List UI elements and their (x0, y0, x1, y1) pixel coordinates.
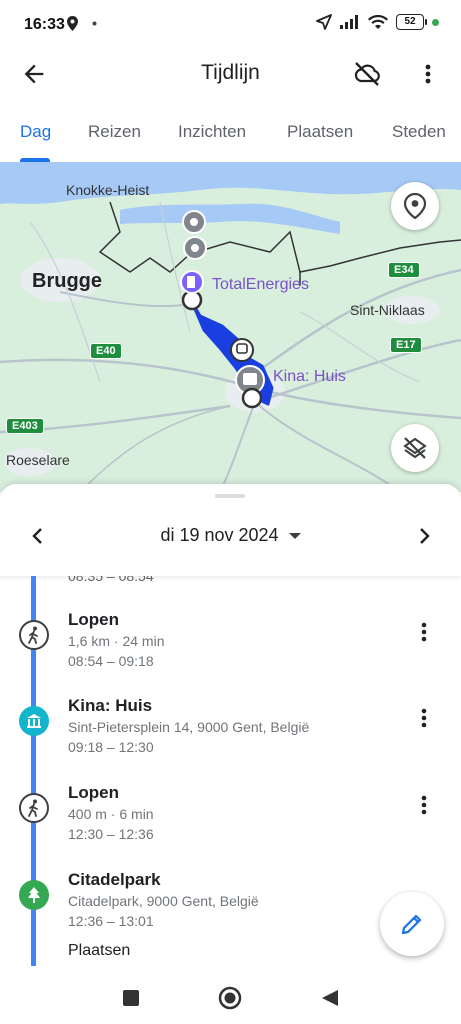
home-button[interactable] (218, 986, 242, 1010)
date-label: di 19 nov 2024 (160, 525, 279, 545)
timeline-item-address: Sint-Pietersplein 14, 9000 Gent, België (68, 719, 310, 735)
cloud-off-icon (354, 62, 380, 86)
map-label-knokke: Knokke-Heist (66, 182, 150, 198)
tab-dag[interactable]: Dag (20, 122, 51, 142)
page-title: Tijdlijn (201, 61, 260, 84)
timeline-item-time: 08:54 – 09:18 (68, 653, 154, 669)
tab-inzichten[interactable]: Inzichten (178, 122, 246, 142)
sheet-drag-handle[interactable] (215, 494, 245, 498)
road-shield-e403: E403 (6, 418, 44, 434)
status-time: 16:33 (24, 16, 65, 33)
navigation-icon (316, 14, 332, 30)
timeline-item-walk[interactable]: Lopen 400 m · 6 min 12:30 – 12:36 (0, 783, 461, 847)
my-location-button[interactable] (391, 182, 439, 230)
more-options-button[interactable] (418, 60, 438, 88)
privacy-dot-icon (432, 18, 439, 26)
layers-off-icon (403, 437, 427, 459)
timeline-item-place[interactable]: Kina: Huis Sint-Pietersplein 14, 9000 Ge… (0, 696, 461, 760)
app-bar: Tijdlijn (0, 52, 461, 96)
triangle-back-icon (322, 990, 338, 1006)
timeline-item-title: Lopen (68, 783, 119, 802)
item-more-button[interactable] (414, 620, 434, 644)
next-day-button[interactable] (412, 524, 436, 548)
timeline-item-walk[interactable]: Lopen 1,6 km · 24 min 08:54 – 09:18 (0, 610, 461, 674)
dot-icon (92, 21, 97, 26)
circle-icon (218, 986, 242, 1010)
more-vert-icon (421, 708, 427, 728)
backup-off-button[interactable] (352, 60, 382, 88)
pencil-icon (401, 914, 422, 935)
tab-reizen[interactable]: Reizen (88, 122, 141, 142)
square-icon (123, 990, 139, 1006)
dropdown-caret-icon (288, 533, 301, 540)
item-more-button[interactable] (414, 793, 434, 817)
walking-icon (19, 620, 49, 650)
tab-bar: Dag Reizen Inzichten Plaatsen Steden (0, 108, 461, 162)
location-icon (67, 16, 78, 31)
timeline-sheet: di 19 nov 2024 08:35 – 08:54 Lopen 1,6 k… (0, 484, 461, 1024)
timeline-screen: 16:33 52 Tijdlijn Dag Reizen Inzichten P… (0, 0, 461, 1024)
timeline-item-title: Citadelpark (68, 870, 161, 889)
museum-icon (19, 706, 49, 736)
edit-button[interactable] (380, 892, 444, 956)
status-bar: 16:33 52 (0, 0, 461, 52)
timeline-item-time: 12:36 – 13:01 (68, 913, 154, 929)
more-vert-icon (425, 64, 431, 84)
timeline-item-subtitle: 400 m · 6 min (68, 806, 154, 822)
map-view[interactable]: Knokke-Heist Brugge TotalEnergies Sint-N… (0, 162, 461, 492)
places-section-label: Plaatsen (68, 942, 131, 959)
more-vert-icon (421, 795, 427, 815)
date-picker[interactable]: di 19 nov 2024 (0, 525, 461, 546)
timeline-item-time: 12:30 – 12:36 (68, 826, 154, 842)
date-navigator: di 19 nov 2024 (0, 520, 461, 554)
map-label-brugge: Brugge (32, 270, 102, 292)
map-label-totalenergies[interactable]: TotalEnergies (212, 276, 309, 294)
park-tree-icon (19, 880, 49, 910)
status-left-icons (67, 16, 97, 31)
walking-icon (19, 793, 49, 823)
road-shield-e40: E40 (90, 343, 122, 359)
timeline-item-title: Lopen (68, 610, 119, 629)
back-nav-button[interactable] (318, 986, 342, 1010)
road-shield-e17: E17 (390, 337, 422, 353)
layers-toggle-button[interactable] (391, 424, 439, 472)
map-label-kina[interactable]: Kina: Huis (273, 368, 346, 386)
item-more-button[interactable] (414, 706, 434, 730)
status-right-icons: 52 (316, 14, 439, 30)
system-nav-bar (0, 970, 461, 1024)
location-pin-icon (404, 193, 426, 219)
wifi-icon (368, 14, 388, 29)
tab-plaatsen[interactable]: Plaatsen (287, 122, 353, 142)
signal-icon (340, 15, 358, 29)
chevron-right-icon (420, 528, 430, 544)
timeline-partial-time: 08:35 – 08:54 (68, 576, 154, 584)
recent-apps-button[interactable] (119, 986, 143, 1010)
timeline-item-time: 09:18 – 12:30 (68, 739, 154, 755)
more-vert-icon (421, 622, 427, 642)
tab-steden[interactable]: Steden (392, 122, 446, 142)
timeline-item-address: Citadelpark, 9000 Gent, België (68, 893, 259, 909)
road-shield-e34: E34 (388, 262, 420, 278)
map-label-roeselare: Roeselare (6, 452, 70, 468)
timeline-item-subtitle: 1,6 km · 24 min (68, 633, 165, 649)
map-label-sint-niklaas: Sint-Niklaas (350, 302, 425, 318)
battery-icon: 52 (396, 14, 427, 30)
timeline-item-title: Kina: Huis (68, 696, 153, 715)
